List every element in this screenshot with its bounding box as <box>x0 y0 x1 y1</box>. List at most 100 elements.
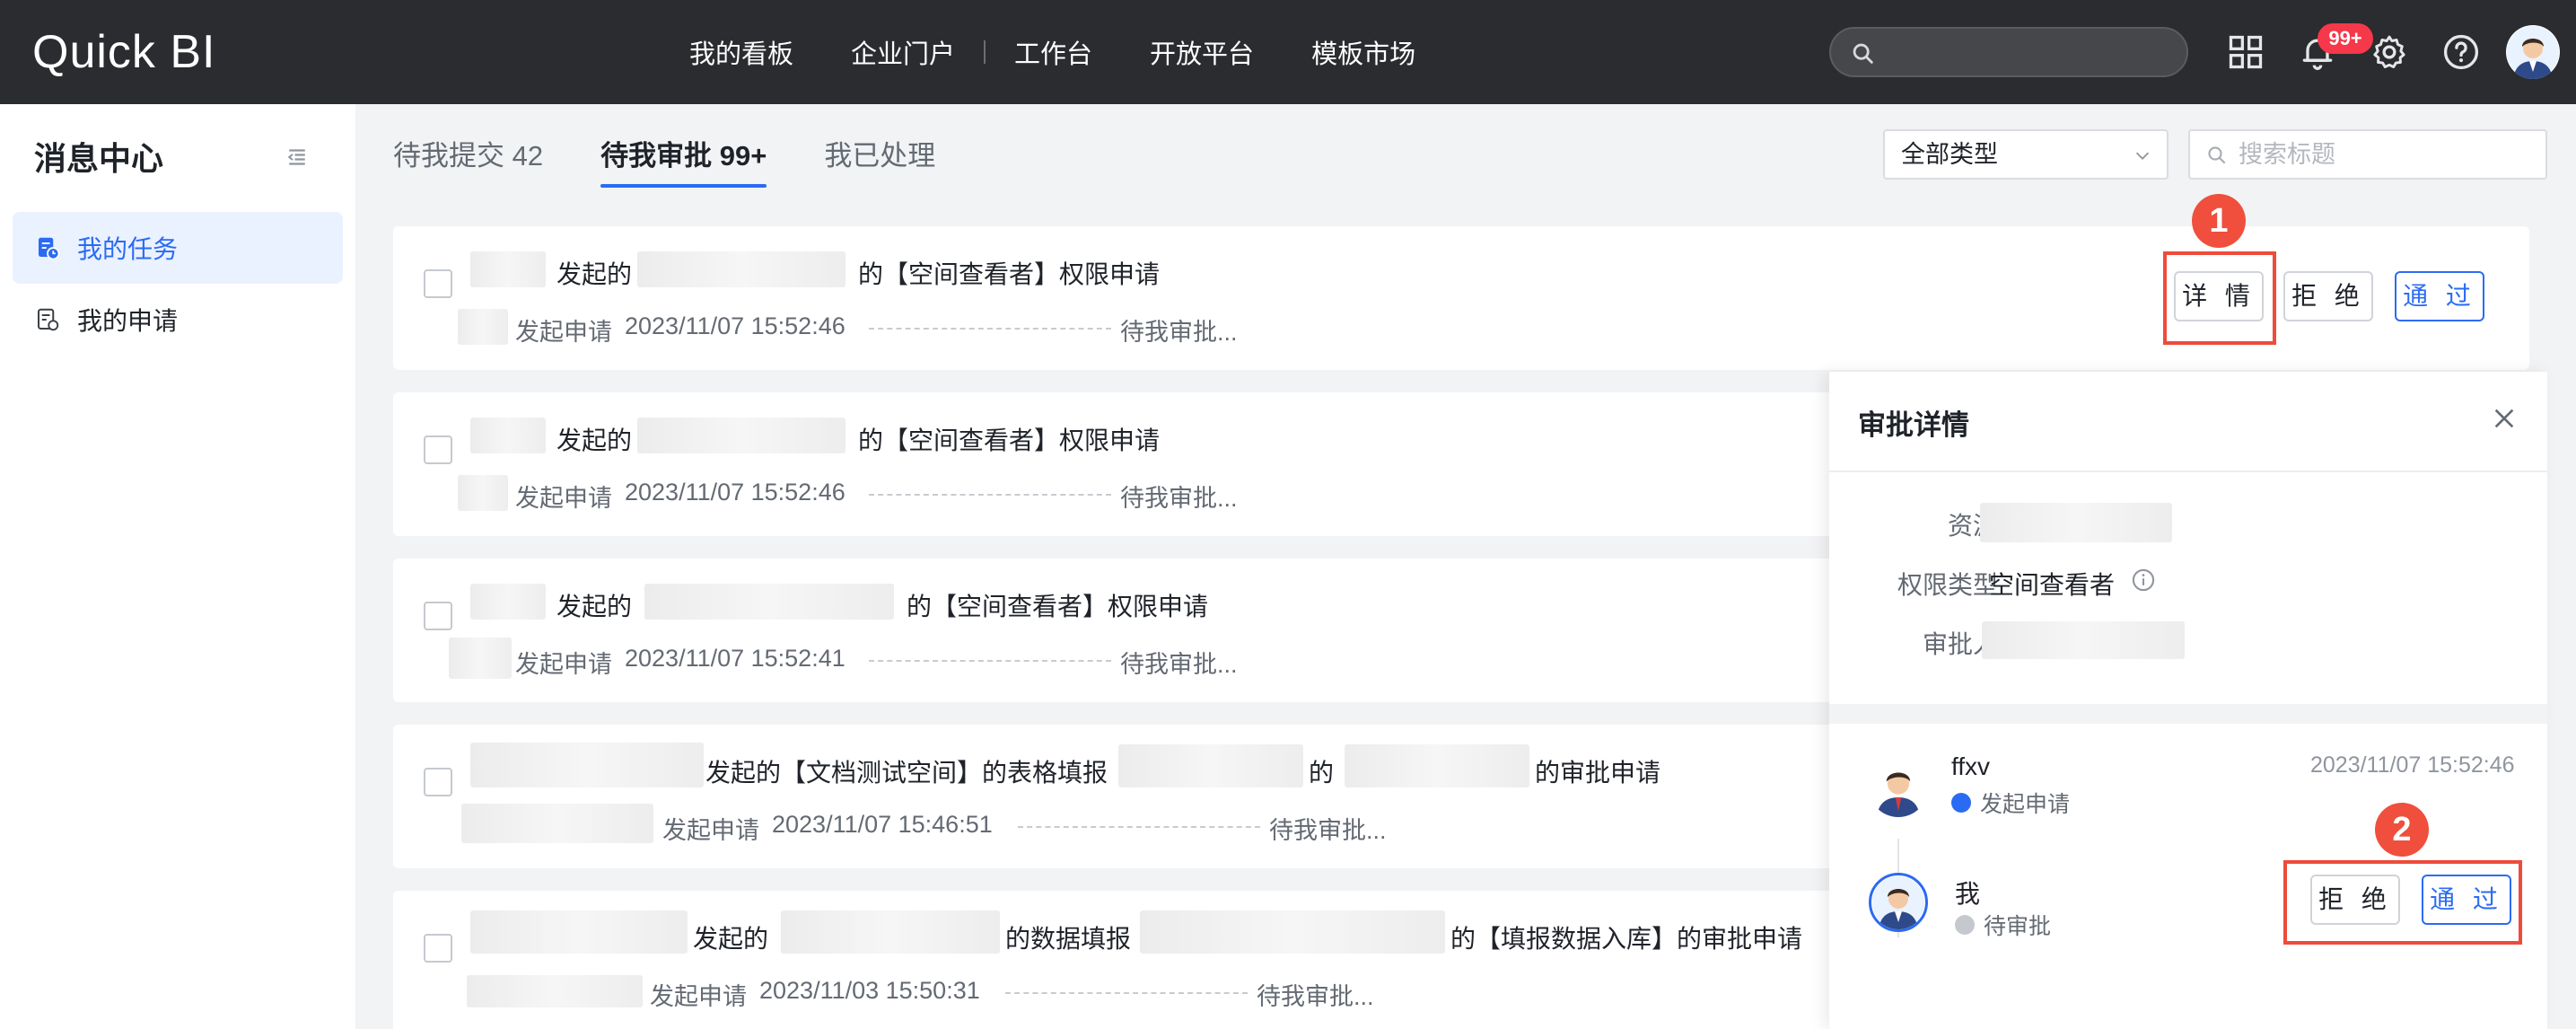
main-nav: 我的看板 企业门户 工作台 开放平台 模板市场 <box>661 0 1444 104</box>
field-value-permission-type: 空间查看者 <box>1989 571 2116 599</box>
timeline-status-label: 待审批 <box>1984 914 2052 939</box>
help-icon[interactable] <box>2441 32 2481 72</box>
task-action: 发起申请 <box>515 319 612 346</box>
type-filter-select[interactable]: 全部类型 <box>1883 129 2169 180</box>
redacted-applicant <box>470 910 688 954</box>
task-initiated-text: 发起的 <box>556 260 633 288</box>
nav-item-template-market[interactable]: 模板市场 <box>1283 33 1444 71</box>
task-action: 发起申请 <box>662 817 759 844</box>
collapse-menu-icon[interactable] <box>284 144 311 171</box>
task-time: 2023/11/07 15:52:41 <box>625 645 846 672</box>
redacted-form <box>781 910 1000 954</box>
field-label-resource: 资源 <box>1947 512 1998 540</box>
task-action: 发起申请 <box>650 983 747 1010</box>
redacted-applicant <box>461 804 653 843</box>
task-status: 待我审批... <box>1120 651 1238 678</box>
title-search-placeholder: 搜索标题 <box>2239 141 2335 168</box>
avatar-illustration-icon <box>1870 759 1927 817</box>
chevron-down-icon <box>2135 152 2150 160</box>
redacted-resource-value <box>1980 503 2172 542</box>
info-icon[interactable] <box>2131 567 2156 593</box>
step-marker-1: 1 <box>2192 194 2246 248</box>
nav-item-portal[interactable]: 企业门户 <box>822 33 984 71</box>
task-status: 待我审批... <box>1269 817 1387 844</box>
task-initiated-text: 发起的 <box>556 593 633 620</box>
dashed-divider <box>869 494 1111 496</box>
task-icon <box>39 237 60 260</box>
step-marker-2: 2 <box>2375 803 2429 857</box>
tab-to-submit[interactable]: 待我提交 42 <box>393 133 543 188</box>
task-mid-text: 的 <box>1309 759 1335 787</box>
redacted-applicant <box>470 584 546 620</box>
task-time: 2023/11/07 15:52:46 <box>625 479 846 506</box>
task-title-suffix: 的审批申请 <box>1535 759 1661 787</box>
sidebar-title: 消息中心 <box>34 140 164 177</box>
task-checkbox[interactable] <box>424 934 452 963</box>
redacted-applicant <box>470 251 546 287</box>
tab-to-approve[interactable]: 待我审批 99+ <box>600 133 767 188</box>
task-checkbox[interactable] <box>424 269 452 298</box>
task-checkbox[interactable] <box>424 602 452 630</box>
task-title-suffix: 的【空间查看者】权限申请 <box>907 593 1209 620</box>
nav-item-open-platform[interactable]: 开放平台 <box>1121 33 1283 71</box>
task-action: 发起申请 <box>515 485 612 512</box>
timeline-time: 2023/11/07 15:52:46 <box>2310 752 2515 778</box>
application-icon <box>38 308 59 331</box>
redacted-applicant <box>467 975 643 1007</box>
type-filter-value: 全部类型 <box>1901 141 1998 168</box>
sidebar: 消息中心 我的任务 我的申请 <box>0 104 355 1029</box>
global-search-input[interactable] <box>1829 27 2188 77</box>
top-navbar: Quick BI 我的看板 企业门户 工作台 开放平台 模板市场 99+ <box>0 0 2576 104</box>
app-logo[interactable]: Quick BI <box>32 25 216 79</box>
redacted-applicant <box>458 475 508 511</box>
redacted-resource <box>637 251 846 287</box>
pending-icon <box>1955 915 1975 935</box>
task-status: 待我审批... <box>1120 319 1238 346</box>
redacted-approver-value <box>1982 621 2185 659</box>
sidebar-item-my-tasks[interactable]: 我的任务 <box>13 212 343 284</box>
gear-icon[interactable] <box>2370 32 2409 72</box>
task-status: 待我审批... <box>1257 983 1374 1010</box>
user-avatar[interactable] <box>2506 25 2560 79</box>
tab-processed[interactable]: 我已处理 <box>824 133 935 188</box>
highlight-box-detail <box>2163 251 2276 345</box>
task-title-suffix: 的【空间查看者】权限申请 <box>858 427 1161 454</box>
close-icon[interactable] <box>2490 404 2519 433</box>
redacted-resource <box>644 584 894 620</box>
task-time: 2023/11/07 15:46:51 <box>772 811 993 838</box>
approve-button[interactable]: 通 过 <box>2395 271 2484 321</box>
avatar <box>1869 873 1928 932</box>
task-time: 2023/11/03 15:50:31 <box>759 977 980 1004</box>
timeline-name: 我 <box>1955 880 1981 908</box>
nav-item-workbench[interactable]: 工作台 <box>986 33 1121 71</box>
task-initiated-text: 发起的 <box>693 925 769 953</box>
dashed-divider <box>869 328 1111 330</box>
redacted-applicant <box>470 743 704 787</box>
task-initiated-text: 发起的【文档测试空间】的表格填报 <box>705 759 1108 787</box>
highlight-box-panel-actions <box>2283 860 2522 945</box>
redacted-resource <box>637 418 846 453</box>
task-checkbox[interactable] <box>424 435 452 464</box>
notification-badge: 99+ <box>2318 23 2373 54</box>
redacted-resource <box>1345 744 1529 787</box>
nav-item-dashboards[interactable]: 我的看板 <box>661 33 822 71</box>
timeline-status: 发起申请 <box>1951 787 2070 819</box>
sidebar-item-my-applications[interactable]: 我的申请 <box>13 284 343 356</box>
redacted-resource <box>1140 910 1445 954</box>
task-title-suffix: 的【填报数据入库】的审批申请 <box>1450 925 1803 953</box>
task-checkbox[interactable] <box>424 768 452 796</box>
reject-button[interactable]: 拒 绝 <box>2283 271 2373 321</box>
title-search-input[interactable]: 搜索标题 <box>2188 129 2547 180</box>
clock-icon <box>1951 793 1971 813</box>
search-icon <box>1853 43 1873 64</box>
dashed-divider <box>1005 992 1248 994</box>
panel-title: 审批详情 <box>1858 409 1969 441</box>
dashed-divider <box>869 660 1111 662</box>
sidebar-item-label: 我的申请 <box>77 307 179 335</box>
field-label-permission-type: 权限类型 <box>1897 571 1998 599</box>
apps-grid-icon[interactable] <box>2226 32 2265 72</box>
dashed-divider <box>1018 826 1260 828</box>
task-action: 发起申请 <box>515 651 612 678</box>
field-label-approver: 审批人 <box>1922 630 1998 658</box>
task-status: 待我审批... <box>1120 485 1238 512</box>
